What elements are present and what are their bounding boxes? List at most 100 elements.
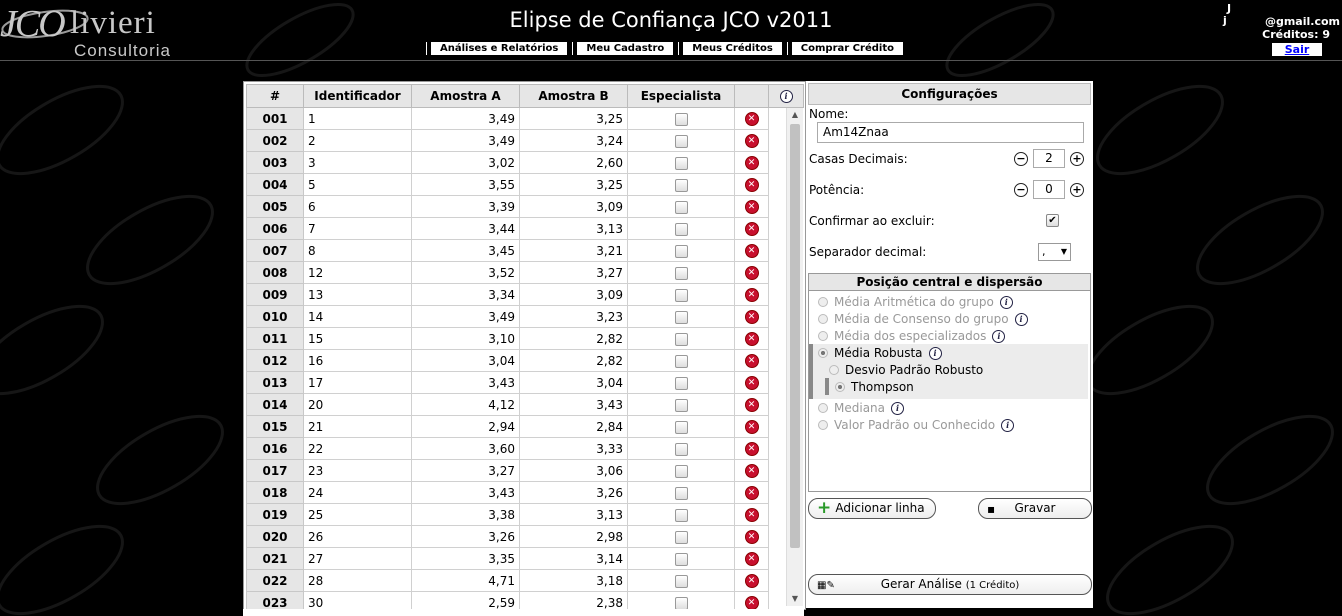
- especialista-checkbox[interactable]: [674, 398, 688, 412]
- especialista-checkbox[interactable]: [674, 266, 688, 280]
- row-amostra-a[interactable]: 2,94: [411, 415, 520, 438]
- row-amostra-a[interactable]: 3,49: [411, 305, 520, 328]
- row-amostra-a[interactable]: 3,43: [411, 481, 520, 504]
- especialista-checkbox[interactable]: [674, 112, 688, 126]
- row-amostra-b[interactable]: 3,04: [519, 371, 628, 394]
- row-amostra-b[interactable]: 3,18: [519, 569, 628, 592]
- delete-icon[interactable]: ✕: [744, 111, 759, 126]
- row-amostra-a[interactable]: 3,35: [411, 547, 520, 570]
- power-value[interactable]: 0: [1033, 180, 1065, 199]
- name-input[interactable]: Am14Znaa: [817, 122, 1084, 143]
- row-amostra-b[interactable]: 3,13: [519, 503, 628, 526]
- row-amostra-b[interactable]: 2,60: [519, 151, 628, 174]
- delete-icon[interactable]: ✕: [744, 155, 759, 170]
- row-identificador[interactable]: 5: [303, 173, 412, 196]
- row-identificador[interactable]: 21: [303, 415, 412, 438]
- confirm-checkbox[interactable]: ✔: [1046, 214, 1059, 227]
- col-header-number[interactable]: #: [246, 84, 304, 108]
- especialista-checkbox[interactable]: [674, 222, 688, 236]
- especialista-checkbox[interactable]: [674, 134, 688, 148]
- option-media-especializados[interactable]: Média dos especializados i: [818, 329, 1006, 343]
- delete-icon[interactable]: ✕: [744, 199, 759, 214]
- row-amostra-a[interactable]: 3,43: [411, 371, 520, 394]
- radio-media-aritmetica[interactable]: [818, 297, 828, 307]
- row-identificador[interactable]: 30: [303, 591, 412, 609]
- especialista-checkbox[interactable]: [674, 200, 688, 214]
- option-media-consenso[interactable]: Média de Consenso do grupo i: [818, 312, 1028, 326]
- row-amostra-a[interactable]: 3,39: [411, 195, 520, 218]
- radio-valor-padrao[interactable]: [818, 420, 828, 430]
- row-identificador[interactable]: 12: [303, 261, 412, 284]
- save-button[interactable]: ▪ Gravar: [978, 498, 1092, 519]
- row-amostra-b[interactable]: 3,13: [519, 217, 628, 240]
- delete-icon[interactable]: ✕: [744, 375, 759, 390]
- row-amostra-a[interactable]: 3,38: [411, 503, 520, 526]
- row-amostra-b[interactable]: 3,33: [519, 437, 628, 460]
- especialista-checkbox[interactable]: [674, 464, 688, 478]
- radio-mediana[interactable]: [818, 403, 828, 413]
- row-identificador[interactable]: 22: [303, 437, 412, 460]
- col-header-identificador[interactable]: Identificador: [303, 84, 412, 108]
- delete-icon[interactable]: ✕: [744, 221, 759, 236]
- delete-icon[interactable]: ✕: [744, 595, 759, 609]
- row-amostra-b[interactable]: 3,09: [519, 195, 628, 218]
- row-amostra-b[interactable]: 3,24: [519, 129, 628, 152]
- scroll-down-arrow-icon[interactable]: ▼: [787, 592, 803, 606]
- row-amostra-b[interactable]: 3,23: [519, 305, 628, 328]
- especialista-checkbox[interactable]: [674, 288, 688, 302]
- row-amostra-b[interactable]: 3,06: [519, 459, 628, 482]
- row-identificador[interactable]: 23: [303, 459, 412, 482]
- row-amostra-a[interactable]: 3,27: [411, 459, 520, 482]
- row-amostra-a[interactable]: 3,55: [411, 173, 520, 196]
- row-identificador[interactable]: 17: [303, 371, 412, 394]
- delete-icon[interactable]: ✕: [744, 573, 759, 588]
- radio-media-robusta[interactable]: [818, 348, 828, 358]
- option-desvio-robusto[interactable]: Desvio Padrão Robusto: [829, 363, 983, 377]
- col-header-amostra-b[interactable]: Amostra B: [519, 84, 628, 108]
- row-identificador[interactable]: 8: [303, 239, 412, 262]
- decimals-plus-icon[interactable]: +: [1070, 151, 1084, 166]
- row-amostra-a[interactable]: 3,26: [411, 525, 520, 548]
- especialista-checkbox[interactable]: [674, 310, 688, 324]
- delete-icon[interactable]: ✕: [744, 265, 759, 280]
- especialista-checkbox[interactable]: [674, 354, 688, 368]
- scrollbar-thumb[interactable]: [790, 124, 800, 548]
- especialista-checkbox[interactable]: [674, 574, 688, 588]
- row-amostra-b[interactable]: 3,26: [519, 481, 628, 504]
- nav-analises[interactable]: Análises e Relatórios: [427, 42, 568, 55]
- row-identificador[interactable]: 28: [303, 569, 412, 592]
- row-amostra-a[interactable]: 3,34: [411, 283, 520, 306]
- power-plus-icon[interactable]: +: [1070, 182, 1084, 197]
- info-icon[interactable]: i: [1014, 312, 1028, 326]
- nav-meu-cadastro[interactable]: Meu Cadastro: [573, 42, 674, 55]
- row-identificador[interactable]: 1: [303, 107, 412, 130]
- delete-icon[interactable]: ✕: [744, 485, 759, 500]
- especialista-checkbox[interactable]: [674, 486, 688, 500]
- nav-meus-creditos[interactable]: Meus Créditos: [679, 42, 782, 55]
- especialista-checkbox[interactable]: [674, 376, 688, 390]
- option-media-aritmetica[interactable]: Média Aritmética do grupo i: [818, 295, 1013, 309]
- delete-icon[interactable]: ✕: [744, 243, 759, 258]
- row-amostra-a[interactable]: 3,49: [411, 129, 520, 152]
- delete-icon[interactable]: ✕: [744, 177, 759, 192]
- generate-analysis-button[interactable]: ▦✎ Gerar Análise (1 Crédito): [808, 574, 1092, 595]
- radio-thompson[interactable]: [835, 382, 845, 392]
- decimals-minus-icon[interactable]: −: [1014, 151, 1028, 166]
- delete-icon[interactable]: ✕: [744, 463, 759, 478]
- especialista-checkbox[interactable]: [674, 244, 688, 258]
- radio-desvio-robusto[interactable]: [829, 365, 839, 375]
- especialista-checkbox[interactable]: [674, 156, 688, 170]
- delete-icon[interactable]: ✕: [744, 529, 759, 544]
- scroll-up-arrow-icon[interactable]: ▲: [787, 108, 803, 122]
- row-identificador[interactable]: 3: [303, 151, 412, 174]
- option-valor-padrao[interactable]: Valor Padrão ou Conhecido i: [818, 418, 1015, 432]
- radio-media-consenso[interactable]: [818, 314, 828, 324]
- especialista-checkbox[interactable]: [674, 530, 688, 544]
- option-media-robusta[interactable]: Média Robusta i: [818, 346, 942, 360]
- row-amostra-b[interactable]: 2,82: [519, 327, 628, 350]
- delete-icon[interactable]: ✕: [744, 551, 759, 566]
- row-identificador[interactable]: 2: [303, 129, 412, 152]
- row-identificador[interactable]: 25: [303, 503, 412, 526]
- delete-icon[interactable]: ✕: [744, 309, 759, 324]
- row-amostra-b[interactable]: 3,43: [519, 393, 628, 416]
